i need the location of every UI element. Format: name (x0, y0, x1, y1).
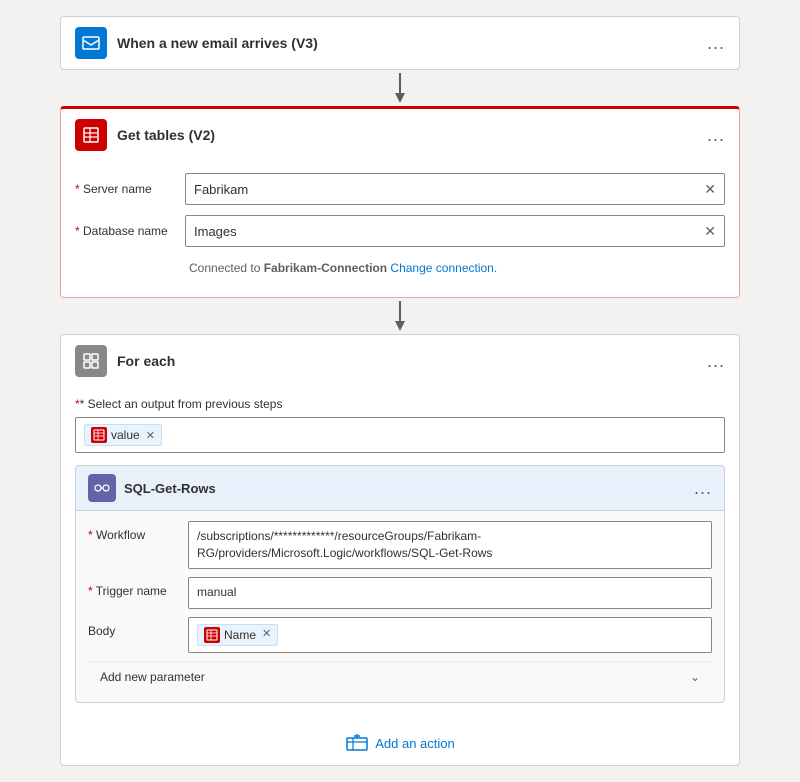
arrow-1 (60, 70, 740, 106)
foreach-select-label: ** Select an output from previous steps (61, 387, 739, 417)
get-tables-icon (75, 119, 107, 151)
server-label: * Server name (75, 182, 185, 196)
workflow-input[interactable]: /subscriptions/*************/resourceGro… (188, 521, 712, 569)
connection-info: Connected to Fabrikam-Connection Change … (75, 257, 725, 285)
sql-more-menu[interactable]: ... (694, 478, 712, 499)
add-action-container: Add an action (61, 717, 739, 761)
body-field-row: Body Name (88, 617, 712, 654)
trigger-icon (75, 27, 107, 59)
add-action-icon (345, 733, 369, 753)
server-field-row: * Server name Fabrikam ✕ (75, 173, 725, 205)
foreach-select-area[interactable]: value ✕ (75, 417, 725, 453)
trigger-input[interactable]: manual (188, 577, 712, 609)
chip-remove[interactable]: ✕ (146, 429, 155, 442)
get-tables-title: Get tables (V2) (117, 127, 707, 143)
add-new-param-row[interactable]: Add new parameter ⌄ (88, 661, 712, 692)
add-param-chevron: ⌄ (690, 670, 700, 684)
workflow-value: /subscriptions/*************/resourceGro… (197, 529, 492, 560)
get-tables-more-menu[interactable]: ... (707, 125, 725, 146)
sql-card-icon (88, 474, 116, 502)
add-action-label: Add an action (375, 736, 455, 751)
trigger-field-row: * Trigger name manual (88, 577, 712, 609)
database-label: * Database name (75, 224, 185, 238)
get-tables-card: Get tables (V2) ... * Server name Fabrik… (60, 106, 740, 298)
body-input[interactable]: Name ✕ (188, 617, 712, 654)
server-value: Fabrikam (194, 182, 704, 197)
database-input[interactable]: Images ✕ (185, 215, 725, 247)
sql-card-body: * Workflow /subscriptions/*************/… (76, 511, 724, 702)
foreach-more-menu[interactable]: ... (707, 351, 725, 372)
name-chip-remove[interactable]: ✕ (262, 627, 271, 642)
trigger-title: When a new email arrives (V3) (117, 35, 707, 51)
sql-card-title: SQL-Get-Rows (124, 481, 694, 496)
for-each-card: For each ... ** Select an output from pr… (60, 334, 740, 766)
database-value: Images (194, 224, 704, 239)
name-chip-label: Name (224, 627, 256, 644)
add-param-label: Add new parameter (100, 670, 205, 684)
change-connection-link[interactable]: Change connection. (390, 261, 497, 275)
connection-text: Connected to (189, 261, 264, 275)
foreach-title: For each (117, 353, 707, 369)
foreach-icon (75, 345, 107, 377)
database-field-row: * Database name Images ✕ (75, 215, 725, 247)
trigger-card: When a new email arrives (V3) ... (60, 16, 740, 70)
trigger-label: * Trigger name (88, 577, 188, 598)
database-clear[interactable]: ✕ (704, 223, 716, 240)
add-action-button[interactable]: Add an action (345, 733, 455, 753)
chip-label: value (111, 428, 140, 442)
name-chip-icon (204, 627, 220, 643)
server-input[interactable]: Fabrikam ✕ (185, 173, 725, 205)
trigger-name-value: manual (197, 585, 236, 599)
trigger-more-menu[interactable]: ... (707, 33, 725, 54)
server-clear[interactable]: ✕ (704, 181, 716, 198)
sql-get-rows-card: SQL-Get-Rows ... * Workflow /subscriptio… (75, 465, 725, 703)
foreach-body: ** Select an output from previous steps … (61, 387, 739, 765)
workflow-label: * Workflow (88, 521, 188, 542)
value-tag-chip[interactable]: value ✕ (84, 424, 162, 446)
workflow-field-row: * Workflow /subscriptions/*************/… (88, 521, 712, 569)
arrow-2 (60, 298, 740, 334)
connection-name: Fabrikam-Connection (264, 261, 387, 275)
sql-card-header: SQL-Get-Rows ... (76, 466, 724, 511)
chip-icon (91, 427, 107, 443)
name-tag-chip[interactable]: Name ✕ (197, 624, 278, 647)
